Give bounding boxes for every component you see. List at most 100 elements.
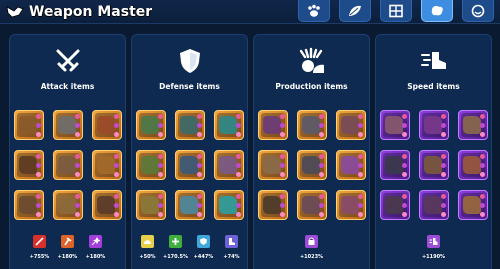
item-slot[interactable] [297, 110, 327, 140]
gem-socket-icon [402, 194, 407, 199]
gem-socket-icon [158, 212, 163, 217]
item-slot[interactable] [14, 190, 44, 220]
item-icon [263, 116, 281, 134]
gem-socket-icon [75, 132, 80, 137]
gem-socket-icon [441, 123, 446, 128]
item-slot[interactable] [258, 150, 288, 180]
gem-socket-icon [114, 132, 119, 137]
panel-title: Speed items [407, 82, 460, 91]
gem-socket-icon [114, 163, 119, 168]
tab-blueprints[interactable] [380, 0, 412, 22]
gem-socket-icon [480, 212, 485, 217]
item-slot[interactable] [175, 110, 205, 140]
panel-speed-items: Speed items +1190% [375, 34, 492, 269]
gem-socket-icon [280, 212, 285, 217]
tab-pets[interactable] [298, 0, 330, 22]
item-slot[interactable] [92, 150, 122, 180]
gem-socket-icon [236, 194, 241, 199]
tab-weapon-master[interactable] [421, 0, 453, 22]
item-slot[interactable] [419, 150, 449, 180]
item-slot[interactable] [419, 110, 449, 140]
gem-socket-icon [441, 114, 446, 119]
item-slot[interactable] [53, 150, 83, 180]
item-grid [10, 110, 125, 224]
gem-socket-icon [280, 132, 285, 137]
item-slot[interactable] [458, 150, 488, 180]
crossed-swords-icon [56, 49, 79, 72]
gem-socket-icon [114, 194, 119, 199]
item-slot[interactable] [136, 190, 166, 220]
item-icon [341, 156, 359, 174]
gem-socket-icon [197, 132, 202, 137]
gem-socket-icon [358, 114, 363, 119]
item-slot[interactable] [336, 110, 366, 140]
gem-socket-icon [319, 123, 324, 128]
gem-socket-icon [75, 194, 80, 199]
item-slot[interactable] [14, 150, 44, 180]
weapon-master-icon [6, 6, 24, 18]
gem-socket-icon [114, 123, 119, 128]
shield-icon [179, 49, 200, 73]
stat-bonus: +1023% [300, 235, 324, 260]
production-icon [299, 47, 324, 73]
gem-socket-icon [75, 172, 80, 177]
item-icon [385, 196, 403, 214]
gem-socket-icon [402, 203, 407, 208]
item-grid [254, 110, 369, 224]
item-slot[interactable] [380, 150, 410, 180]
item-icon [19, 116, 37, 134]
item-slot[interactable] [14, 110, 44, 140]
gem-socket-icon [158, 154, 163, 159]
stat-value: +1190% [421, 254, 446, 260]
gem-socket-icon [480, 123, 485, 128]
item-slot[interactable] [53, 110, 83, 140]
item-slot[interactable] [458, 190, 488, 220]
item-slot[interactable] [297, 190, 327, 220]
item-slot[interactable] [136, 110, 166, 140]
item-icon [141, 116, 159, 134]
item-grid [132, 110, 247, 224]
item-slot[interactable] [136, 150, 166, 180]
gem-socket-icon [480, 172, 485, 177]
item-slot[interactable] [175, 190, 205, 220]
item-slot[interactable] [214, 190, 244, 220]
gem-socket-icon [36, 123, 41, 128]
tab-nature[interactable] [339, 0, 371, 22]
item-slot[interactable] [214, 150, 244, 180]
gem-socket-icon [236, 212, 241, 217]
item-icon [463, 156, 481, 174]
gem-socket-icon [280, 172, 285, 177]
stat-value: +50% [139, 254, 156, 260]
item-slot[interactable] [380, 110, 410, 140]
item-slot[interactable] [336, 150, 366, 180]
gem-socket-icon [75, 163, 80, 168]
item-icon [219, 196, 237, 214]
panel-production-items: Production items +1023% [253, 34, 370, 269]
panel-attack-items: Attack items +755% +180% +180% [9, 34, 126, 269]
stat-bonuses: +50% +170.5% +447% +74% [132, 235, 247, 260]
item-icon [385, 116, 403, 134]
boot-icon [225, 235, 238, 248]
gem-socket-icon [36, 114, 41, 119]
gem-socket-icon [236, 163, 241, 168]
item-slot[interactable] [258, 190, 288, 220]
gem-socket-icon [36, 194, 41, 199]
item-slot[interactable] [297, 150, 327, 180]
item-slot[interactable] [92, 190, 122, 220]
item-slot[interactable] [380, 190, 410, 220]
gem-socket-icon [114, 203, 119, 208]
leaf-icon [349, 5, 361, 16]
tab-character[interactable] [462, 0, 494, 22]
sword-icon [33, 235, 46, 248]
gem-socket-icon [75, 154, 80, 159]
gem-socket-icon [402, 172, 407, 177]
item-slot[interactable] [175, 150, 205, 180]
item-slot[interactable] [336, 190, 366, 220]
item-slot[interactable] [53, 190, 83, 220]
stat-value: +1023% [299, 254, 324, 260]
item-slot[interactable] [258, 110, 288, 140]
item-slot[interactable] [214, 110, 244, 140]
item-slot[interactable] [458, 110, 488, 140]
item-slot[interactable] [419, 190, 449, 220]
item-slot[interactable] [92, 110, 122, 140]
